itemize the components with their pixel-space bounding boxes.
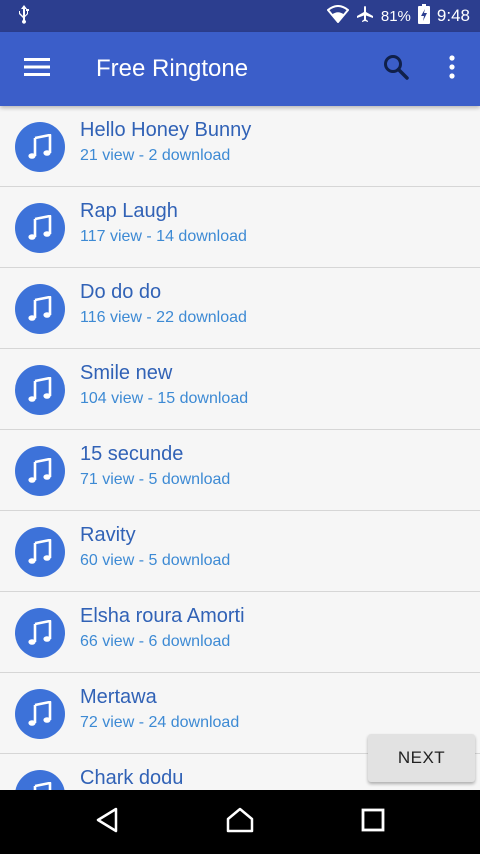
ringtone-title: Chark dodu bbox=[80, 767, 184, 789]
battery-text: 81% bbox=[380, 7, 411, 25]
music-note-icon bbox=[15, 446, 65, 496]
menu-button[interactable] bbox=[0, 32, 74, 106]
home-button[interactable] bbox=[208, 790, 272, 854]
list-item[interactable]: Elsha roura Amorti 66 view - 6 download bbox=[0, 592, 480, 673]
search-icon bbox=[383, 54, 409, 85]
ringtone-title: Rap Laugh bbox=[80, 200, 178, 222]
ringtone-title: 15 secunde bbox=[80, 443, 184, 465]
list-item[interactable]: Ravity 60 view - 5 download bbox=[0, 511, 480, 592]
list-item[interactable]: Hello Honey Bunny 21 view - 2 download bbox=[0, 106, 480, 187]
status-bar: 81% 9:48 bbox=[0, 0, 480, 32]
music-note-icon bbox=[15, 122, 65, 172]
menu-icon bbox=[24, 57, 50, 82]
home-icon bbox=[226, 807, 254, 838]
list-item[interactable]: 15 secunde 71 view - 5 download bbox=[0, 430, 480, 511]
list-item[interactable]: Rap Laugh 117 view - 14 download bbox=[0, 187, 480, 268]
list-item[interactable]: Smile new 104 view - 15 download bbox=[0, 349, 480, 430]
back-icon bbox=[95, 807, 119, 838]
music-note-icon bbox=[15, 527, 65, 577]
ringtone-stats: 104 view - 15 download bbox=[80, 390, 249, 407]
next-button[interactable]: NEXT bbox=[368, 734, 475, 782]
music-note-icon bbox=[15, 689, 65, 739]
ringtone-stats: 60 view - 5 download bbox=[80, 552, 231, 569]
music-note-icon bbox=[15, 203, 65, 253]
ringtone-title: Mertawa bbox=[80, 686, 157, 708]
music-note-icon bbox=[15, 608, 65, 658]
ringtone-stats: 72 view - 24 download bbox=[80, 714, 240, 731]
ringtone-stats: 21 view - 2 download bbox=[80, 147, 231, 164]
status-time: 9:48 bbox=[436, 6, 470, 25]
ringtone-stats: 71 view - 5 download bbox=[80, 471, 231, 488]
navigation-bar bbox=[0, 790, 480, 854]
ringtone-stats: 117 view - 14 download bbox=[80, 228, 247, 245]
music-note-icon bbox=[15, 365, 65, 415]
ringtone-stats: 116 view - 22 download bbox=[80, 309, 247, 326]
back-button[interactable] bbox=[75, 790, 139, 854]
list-item[interactable]: Do do do 116 view - 22 download bbox=[0, 268, 480, 349]
ringtone-title: Do do do bbox=[80, 281, 162, 303]
ringtone-title: Smile new bbox=[80, 362, 173, 384]
ringtone-title: Ravity bbox=[80, 524, 136, 546]
recents-icon bbox=[361, 808, 385, 837]
ringtone-title: Elsha roura Amorti bbox=[80, 605, 245, 627]
ringtone-title: Hello Honey Bunny bbox=[80, 119, 252, 141]
wifi-icon bbox=[326, 5, 350, 27]
battery-charging-icon bbox=[417, 4, 430, 28]
more-vert-icon bbox=[449, 54, 455, 84]
ringtone-stats: 66 view - 6 download bbox=[80, 633, 231, 650]
app-bar: Free Ringtone bbox=[0, 32, 480, 106]
ringtone-list[interactable]: Hello Honey Bunny 21 view - 2 download Rap… bbox=[0, 106, 480, 790]
recents-button[interactable] bbox=[341, 790, 405, 854]
music-note-icon bbox=[15, 770, 65, 790]
usb-icon bbox=[16, 4, 32, 29]
app-title: Free Ringtone bbox=[96, 55, 249, 82]
search-button[interactable] bbox=[368, 32, 424, 106]
airplane-icon bbox=[356, 5, 374, 27]
music-note-icon bbox=[15, 284, 65, 334]
more-options-button[interactable] bbox=[424, 32, 480, 106]
